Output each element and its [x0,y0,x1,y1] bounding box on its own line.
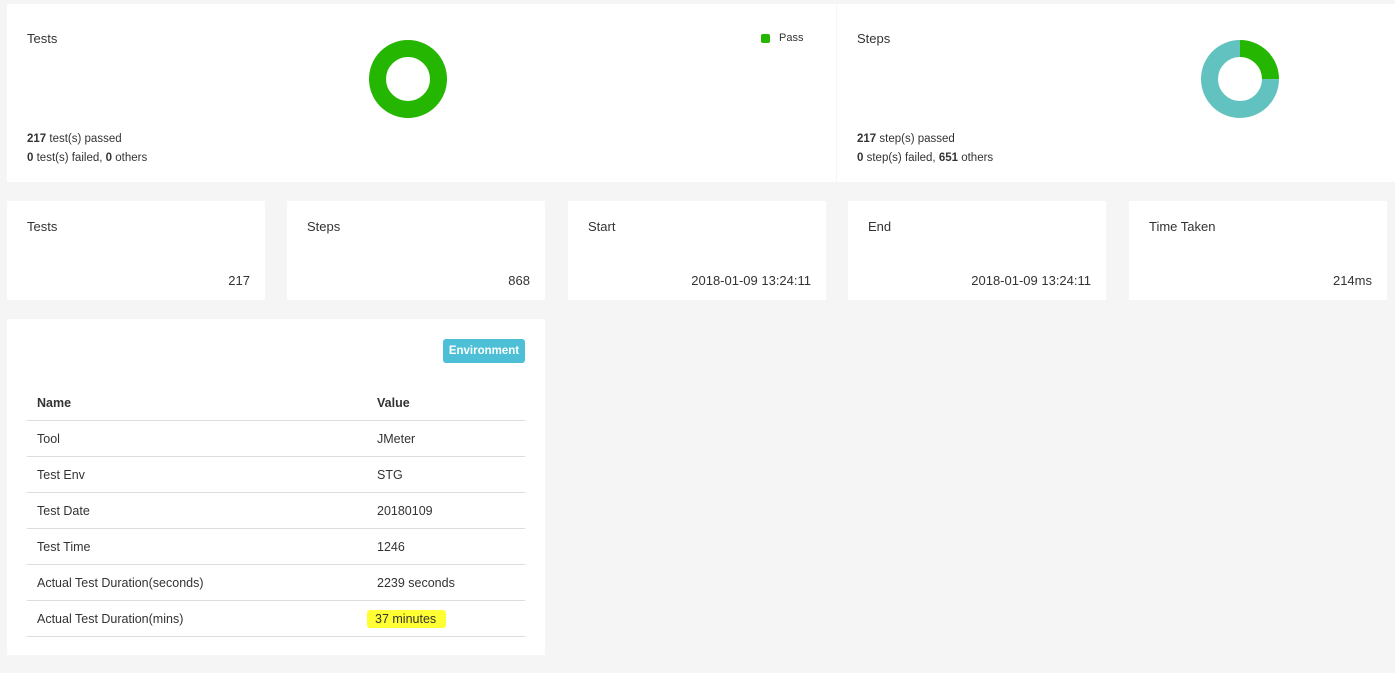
table-row: Test Env STG [27,456,525,493]
env-name-cell: Test Env [27,456,367,493]
steps-others-text: others [958,152,994,164]
stat-value: 2018-01-09 13:24:11 [691,273,811,288]
table-row: Actual Test Duration(seconds) 2239 secon… [27,564,525,601]
stat-value: 2018-01-09 13:24:11 [971,273,1091,288]
stat-tile-start: Start 2018-01-09 13:24:11 [568,201,826,300]
name-column-header: Name [27,385,367,421]
stat-label: Time Taken [1149,219,1216,234]
tests-failed-text: test(s) failed, [33,152,106,164]
tests-slice-pass[interactable] [369,40,447,118]
env-value-cell: JMeter [367,420,525,457]
steps-summary-card: Steps 217 step(s) passed 0 step(s) faile… [837,4,1395,182]
steps-passed-count: 217 [857,133,877,145]
env-value-cell: 1246 [367,528,525,565]
stat-tile-end: End 2018-01-09 13:24:11 [848,201,1106,300]
env-value-cell: 2239 seconds [367,564,525,601]
tests-passed-line: 217 test(s) passed [27,133,122,145]
env-name-cell: Test Time [27,528,367,565]
tests-failed-line: 0 test(s) failed, 0 others [27,152,147,164]
stat-tile-tests: Tests 217 [7,201,265,300]
environment-card: Environment Name Value Tool JMeter Test … [7,319,545,655]
steps-failed-line: 0 step(s) failed, 651 others [857,152,993,164]
steps-failed-text: step(s) failed, [863,152,939,164]
env-name-cell: Actual Test Duration(mins) [27,600,367,637]
table-row: Tool JMeter [27,420,525,457]
stat-tile-steps: Steps 868 [287,201,545,300]
steps-others-count: 651 [938,152,959,164]
stat-value: 217 [228,273,250,288]
value-column-header: Value [367,385,525,421]
env-name-cell: Test Date [27,492,367,529]
table-row: Actual Test Duration(mins) 37 minutes [27,600,525,637]
stat-label: Start [588,219,616,234]
tests-others-text: others [112,152,148,164]
env-value-cell: STG [367,456,525,493]
table-header-row: Name Value [27,385,525,421]
tests-legend[interactable]: Pass [761,32,803,44]
environment-badge: Environment [443,339,525,363]
steps-card-title: Steps [857,31,891,46]
env-name-cell: Actual Test Duration(seconds) [27,564,367,601]
env-name-cell: Tool [27,420,367,457]
stat-value: 214ms [1332,273,1372,288]
tests-donut-chart [369,40,447,118]
tests-card-title: Tests [27,31,58,46]
stat-label: Steps [307,219,341,234]
stat-label: End [868,219,892,234]
steps-passed-line: 217 step(s) passed [857,133,955,145]
tests-passed-text: test(s) passed [46,133,122,145]
stat-label: Tests [27,219,58,234]
pass-legend-label: Pass [779,32,804,44]
tests-passed-count: 217 [27,133,47,145]
stat-value: 868 [508,273,530,288]
steps-donut-chart [1201,40,1279,118]
environment-table: Name Value Tool JMeter Test Env STG Test… [27,385,525,637]
env-value-cell: 20180109 [367,492,525,529]
pass-legend-swatch [761,33,770,43]
steps-passed-text: step(s) passed [876,133,955,145]
env-value-cell: 37 minutes [367,600,525,637]
table-row: Test Date 20180109 [27,492,525,529]
highlighted-value: 37 minutes [367,609,447,628]
tests-summary-card: Tests Pass 217 test(s) passed 0 test(s) … [7,4,836,182]
table-row: Test Time 1246 [27,528,525,565]
stat-tile-time-taken: Time Taken 214ms [1129,201,1387,300]
